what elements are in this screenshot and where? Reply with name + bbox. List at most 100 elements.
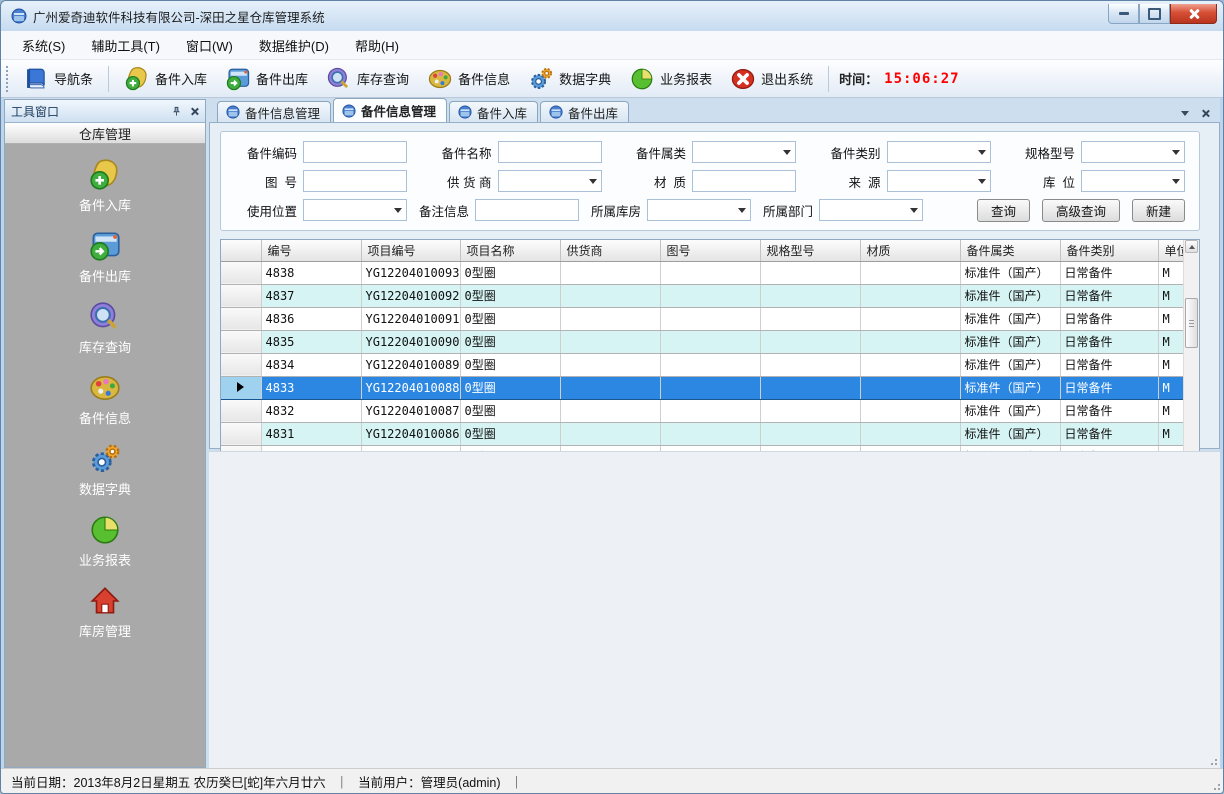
sidebar-item-business-report[interactable]: 业务报表 [79, 513, 131, 569]
row-selector[interactable] [221, 376, 261, 399]
table-row[interactable]: 4835YG122040100900型圈标准件（国产）日常备件M [221, 330, 1184, 353]
column-header[interactable]: 项目编号 [361, 240, 460, 261]
toolbar-button-parts-outbound[interactable]: 备件出库 [216, 63, 317, 95]
part-name-label: 备件名称 [430, 143, 492, 162]
table-cell: 4838 [261, 261, 361, 284]
close-tab-icon[interactable] [1201, 109, 1210, 118]
toolbar-button-exit-system[interactable]: 退出系统 [721, 63, 822, 95]
tab-parts-info-management-2[interactable]: 备件信息管理 [333, 98, 447, 122]
column-header[interactable]: 图号 [660, 240, 760, 261]
tab-parts-info-management-1[interactable]: 备件信息管理 [217, 101, 331, 122]
location-select[interactable] [1081, 170, 1185, 192]
sidebar-item-inventory-query[interactable]: 库存查询 [79, 300, 131, 356]
menu-item[interactable]: 帮助(H) [342, 32, 412, 59]
spec-model-select[interactable] [1081, 141, 1185, 163]
sidebar-item-parts-inbound[interactable]: 备件入库 [79, 158, 131, 214]
toolbar-button-inventory-query[interactable]: 库存查询 [317, 63, 418, 95]
sidebar-item-parts-info[interactable]: 备件信息 [79, 371, 131, 427]
query-button[interactable]: 查询 [977, 199, 1030, 222]
parts-inbound-icon [88, 158, 122, 192]
tab-list-dropdown-icon[interactable] [1181, 111, 1189, 116]
column-header[interactable]: 规格型号 [760, 240, 860, 261]
row-selector[interactable] [221, 422, 261, 445]
table-row[interactable]: 4832YG122040100870型圈标准件（国产）日常备件M [221, 399, 1184, 422]
status-separator: ｜ [336, 772, 349, 791]
row-selector[interactable] [221, 399, 261, 422]
source-select[interactable] [887, 170, 991, 192]
table-cell [760, 376, 860, 399]
table-cell: 标准件（国产） [960, 353, 1060, 376]
sidebar-group-warehouse[interactable]: 仓库管理 [5, 123, 205, 144]
table-row[interactable]: 4834YG122040100890型圈标准件（国产）日常备件M [221, 353, 1184, 376]
pin-icon[interactable] [171, 106, 182, 117]
table-cell [760, 307, 860, 330]
part-code-input[interactable] [303, 141, 407, 163]
new-button[interactable]: 新建 [1132, 199, 1185, 222]
tab-parts-inbound[interactable]: 备件入库 [449, 101, 538, 122]
usage-position-select[interactable] [303, 199, 407, 221]
table-cell: 日常备件 [1060, 422, 1158, 445]
table-row[interactable]: 4838YG122040100930型圈标准件（国产）日常备件M [221, 261, 1184, 284]
sidebar-item-data-dictionary[interactable]: 数据字典 [79, 442, 131, 498]
table-row[interactable]: 4836YG122040100910型圈标准件（国产）日常备件M [221, 307, 1184, 330]
advanced-query-button[interactable]: 高级查询 [1042, 199, 1120, 222]
chevron-down-icon [738, 208, 746, 213]
minimize-button[interactable] [1108, 4, 1139, 24]
close-panel-icon[interactable] [190, 107, 199, 116]
drawing-no-input[interactable] [303, 170, 407, 192]
table-cell [560, 376, 660, 399]
table-row[interactable]: 4837YG122040100920型圈标准件（国产）日常备件M [221, 284, 1184, 307]
chevron-down-icon [783, 150, 791, 155]
exit-icon [730, 66, 756, 92]
material-input[interactable] [692, 170, 796, 192]
table-row[interactable]: 4833YG122040100880型圈标准件（国产）日常备件M [221, 376, 1184, 399]
table-cell: 日常备件 [1060, 353, 1158, 376]
row-selector[interactable] [221, 330, 261, 353]
warehouse-select[interactable] [647, 199, 751, 221]
scroll-up-icon[interactable] [1185, 240, 1198, 253]
home-icon [88, 584, 122, 618]
toolbar-button-parts-info[interactable]: 备件信息 [418, 63, 519, 95]
row-selector[interactable] [221, 261, 261, 284]
table-cell: M [1158, 307, 1184, 330]
vertical-scroll-thumb[interactable] [1185, 298, 1198, 348]
sidebar-item-parts-outbound[interactable]: 备件出库 [79, 229, 131, 285]
toolbar-button-data-dictionary[interactable]: 数据字典 [519, 63, 620, 95]
close-button[interactable] [1170, 4, 1217, 24]
toolbar-button-parts-inbound[interactable]: 备件入库 [115, 63, 216, 95]
menu-item[interactable]: 辅助工具(T) [78, 32, 173, 59]
sidebar-item-warehouse-management[interactable]: 库房管理 [79, 584, 131, 640]
table-row[interactable]: 4831YG122040100860型圈标准件（国产）日常备件M [221, 422, 1184, 445]
column-header[interactable]: 备件类别 [1060, 240, 1158, 261]
remark-input[interactable] [475, 199, 579, 221]
part-category-select[interactable] [692, 141, 796, 163]
row-selector[interactable] [221, 284, 261, 307]
part-class-select[interactable] [887, 141, 991, 163]
warehouse-label: 所属库房 [579, 201, 641, 220]
toolbar-grip[interactable] [5, 66, 10, 92]
maximize-button[interactable] [1139, 4, 1170, 24]
row-selector[interactable] [221, 307, 261, 330]
menu-item[interactable]: 窗口(W) [173, 32, 246, 59]
chevron-down-icon [394, 208, 402, 213]
column-header[interactable]: 项目名称 [460, 240, 560, 261]
column-header[interactable] [221, 240, 261, 261]
app-window: 广州爱奇迪软件科技有限公司-深田之星仓库管理系统 系统(S)辅助工具(T)窗口(… [0, 0, 1224, 794]
menu-item[interactable]: 系统(S) [9, 32, 78, 59]
table-cell [660, 399, 760, 422]
column-header[interactable]: 单位 [1158, 240, 1184, 261]
part-name-input[interactable] [498, 141, 602, 163]
department-select[interactable] [819, 199, 923, 221]
toolbar-button-navigation-bar[interactable]: 导航条 [14, 63, 102, 95]
table-cell [760, 353, 860, 376]
column-header[interactable]: 备件属类 [960, 240, 1060, 261]
supplier-select[interactable] [498, 170, 602, 192]
tab-parts-outbound[interactable]: 备件出库 [540, 101, 629, 122]
column-header[interactable]: 供货商 [560, 240, 660, 261]
menu-item[interactable]: 数据维护(D) [246, 32, 342, 59]
toolbar-button-business-report[interactable]: 业务报表 [620, 63, 721, 95]
column-header[interactable]: 材质 [860, 240, 960, 261]
row-selector[interactable] [221, 353, 261, 376]
table-cell [860, 353, 960, 376]
column-header[interactable]: 编号 [261, 240, 361, 261]
